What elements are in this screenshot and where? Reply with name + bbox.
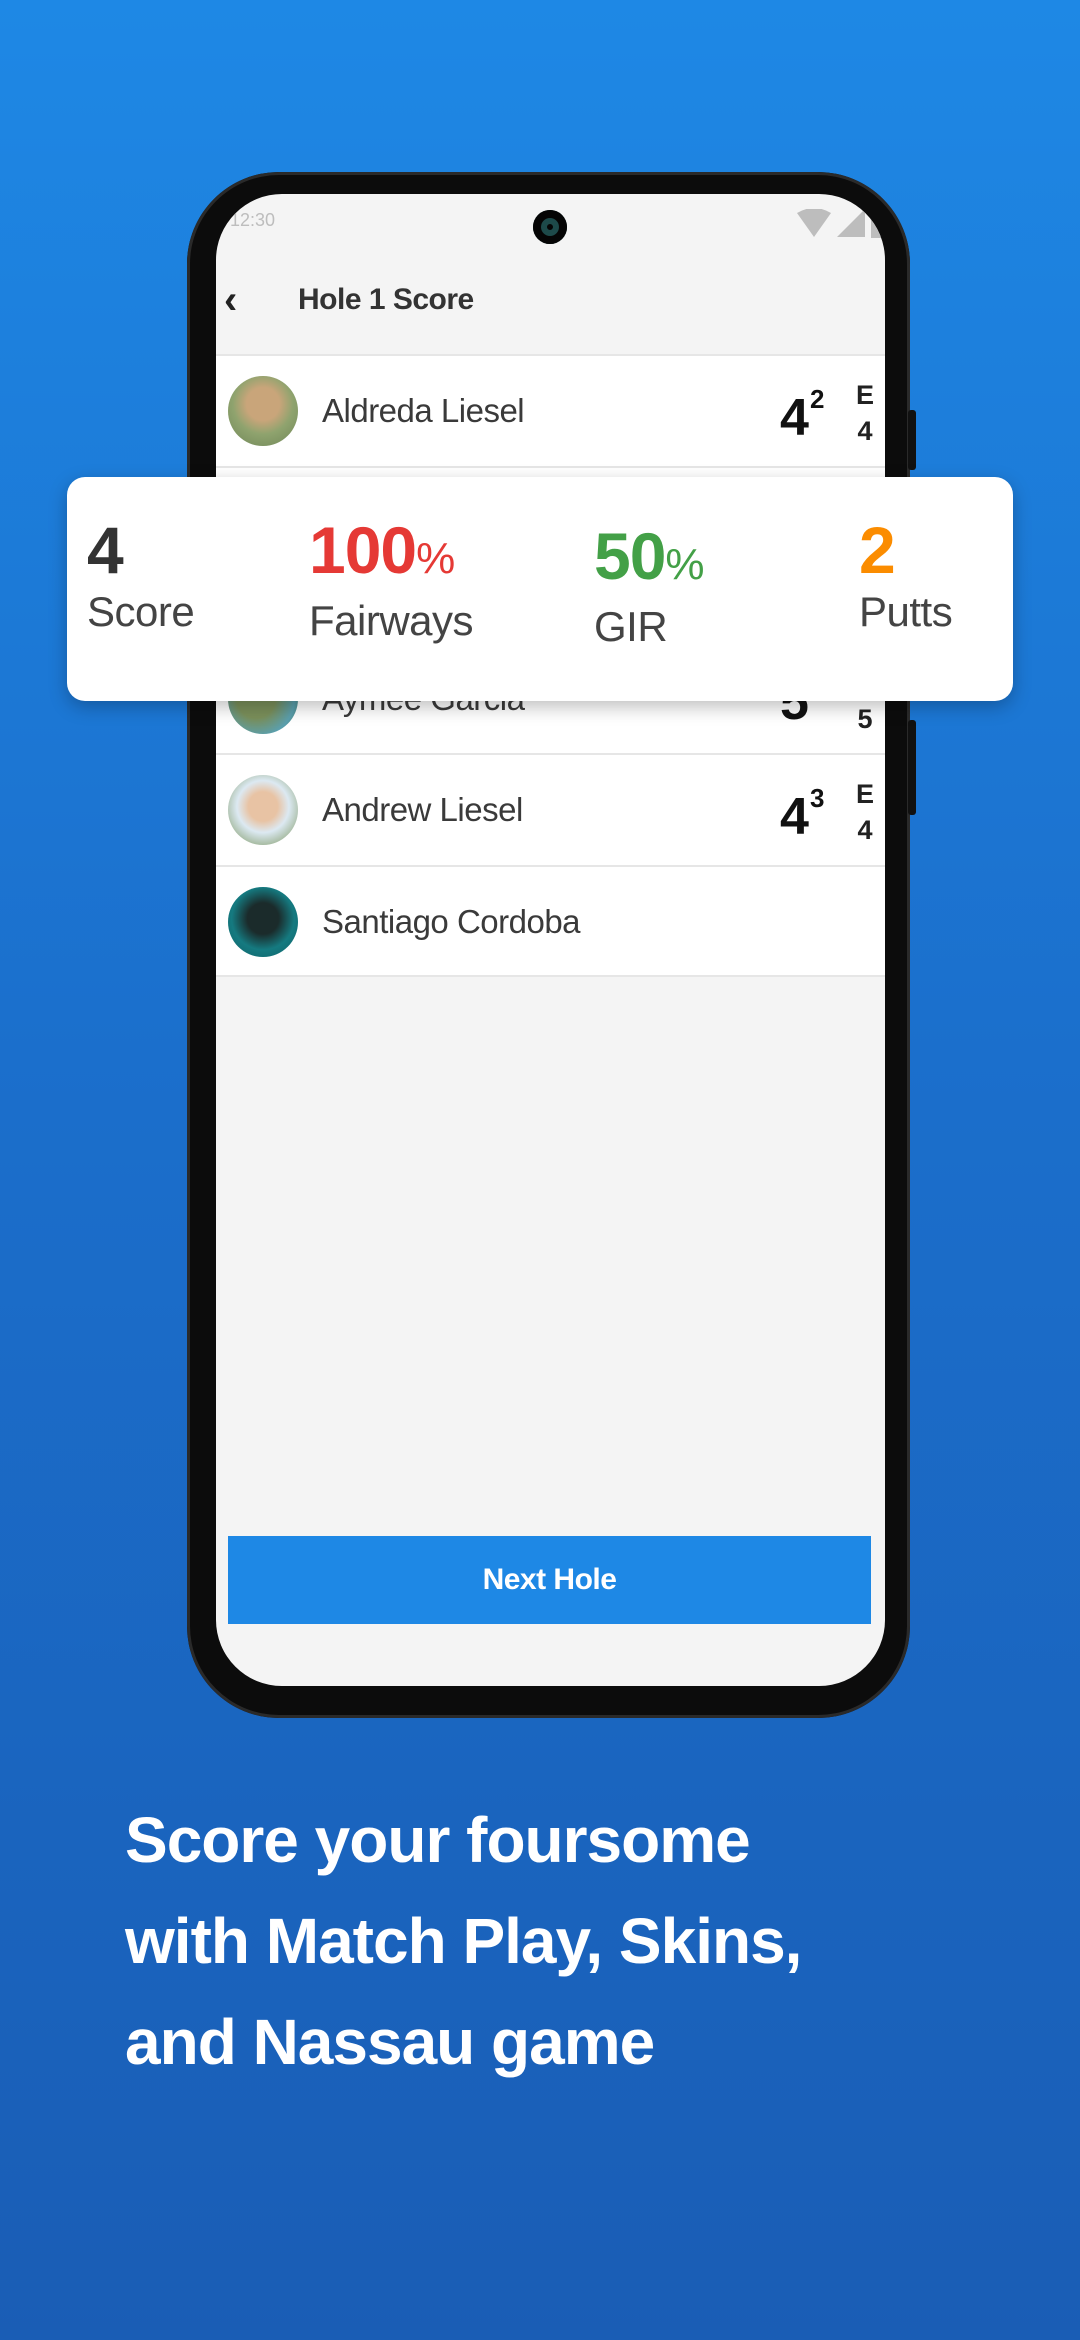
stat-putts: 2 Putts [859, 513, 953, 637]
tagline-line: Score your foursome [125, 1804, 751, 1876]
marketing-tagline: Score your foursome with Match Play, Ski… [125, 1790, 1025, 2093]
status-time: 12:30 [230, 210, 276, 230]
tagline-line: with Match Play, Skins, [125, 1905, 802, 1977]
stat-value: 50% [594, 519, 705, 593]
player-name: Aldreda Liesel [322, 392, 525, 429]
player-score: 4 [780, 389, 809, 447]
stat-value: 2 [859, 513, 896, 587]
phone-volume-button [908, 410, 916, 470]
player-total: 4 [857, 416, 873, 446]
stat-value: 4 [87, 513, 124, 587]
stat-value: 100% [309, 513, 455, 587]
player-name: Santiago Cordoba [322, 903, 581, 940]
player-score: 4 [780, 788, 809, 846]
back-button[interactable]: ‹ [224, 280, 264, 320]
player-row[interactable]: Aldreda Liesel 4 2 E 4 [216, 354, 885, 466]
stat-label: Score [87, 588, 195, 635]
phone-power-button [908, 720, 916, 815]
player-row[interactable]: Santiago Cordoba [216, 865, 885, 977]
stat-label: GIR [594, 603, 668, 650]
stat-label: Putts [859, 588, 953, 635]
tagline-line: and Nassau game [125, 2006, 655, 2078]
player-name: Andrew Liesel [322, 791, 523, 828]
stats-card: 4 Score 100% Fairways 50% GIR 2 Putts [67, 477, 1013, 701]
page-title: Hole 1 Score [298, 283, 474, 316]
player-total: 4 [857, 815, 873, 845]
status-icons [797, 208, 885, 238]
next-hole-button[interactable]: Next Hole [228, 1536, 871, 1624]
avatar [228, 775, 298, 845]
stat-score: 4 Score [87, 513, 195, 637]
stat-label: Fairways [309, 597, 474, 644]
player-to-par: E [855, 380, 874, 410]
player-row[interactable]: Andrew Liesel 4 3 E 4 [216, 753, 885, 865]
cellular-signal-icon [837, 209, 865, 237]
chevron-left-icon: ‹ [224, 278, 238, 322]
phone-screen: 12:30 ‹ Hole 1 Score Aldreda Liesel 4 2 … [216, 194, 885, 1686]
stat-fairways: 100% Fairways [309, 513, 474, 646]
player-to-par: E [855, 779, 874, 809]
battery-icon [871, 210, 885, 238]
wifi-icon [797, 209, 831, 237]
player-total: 5 [857, 704, 873, 734]
front-camera [533, 210, 567, 244]
player-putts: 2 [810, 384, 825, 414]
player-putts: 3 [810, 783, 825, 813]
avatar [228, 376, 298, 446]
stat-gir: 50% GIR [594, 513, 705, 652]
avatar [228, 887, 298, 957]
